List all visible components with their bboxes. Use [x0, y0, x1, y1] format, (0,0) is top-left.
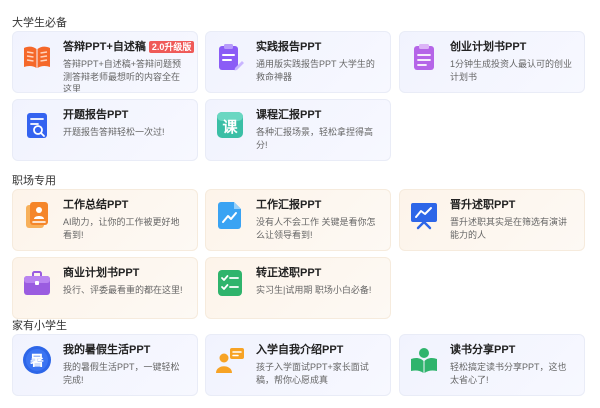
- card-title: 工作汇报PPT: [256, 199, 322, 211]
- card-summer-life[interactable]: 暑 我的暑假生活PPT 我的暑假生活PPT，一键轻松完成!: [12, 334, 198, 396]
- card-regularization[interactable]: 转正述职PPT 实习生|试用期 职场小白必备!: [205, 257, 391, 319]
- card-title: 入学自我介绍PPT: [256, 344, 344, 356]
- card-description: 我的暑假生活PPT，一键轻松完成!: [63, 362, 180, 385]
- clipboard-pen-icon: [214, 41, 246, 73]
- card-description: 投行、评委最看重的都在这里!: [63, 285, 183, 295]
- card-description: 实习生|试用期 职场小白必备!: [256, 285, 372, 295]
- card-course-report[interactable]: 课 课程汇报PPT 各种汇报场景，轻松拿捏得高分!: [205, 99, 391, 161]
- upgrade-badge: 2.0升级版: [148, 41, 195, 53]
- card-description: 开题报告答辩轻松一次过!: [63, 127, 165, 137]
- section-title-work: 职场专用: [12, 175, 56, 187]
- card-description: AI助力，让你的工作被更好地看到!: [63, 217, 180, 240]
- document-search-icon: [21, 109, 53, 141]
- card-description: 没有人不会工作 关键是看你怎么让领导看到!: [256, 217, 376, 240]
- open-book-icon: [21, 41, 53, 73]
- course-icon: 课: [214, 109, 246, 141]
- card-book-sharing[interactable]: 读书分享PPT 轻松搞定读书分享PPT，这也太省心了!: [399, 334, 585, 396]
- card-title: 开题报告PPT: [63, 109, 129, 121]
- card-business-plan[interactable]: 商业计划书PPT 投行、评委最看重的都在这里!: [12, 257, 198, 319]
- card-description: 1分钟生成投资人最认可的创业计划书: [450, 59, 573, 82]
- card-opening-report[interactable]: 开题报告PPT 开题报告答辩轻松一次过!: [12, 99, 198, 161]
- card-title: 课程汇报PPT: [256, 109, 322, 121]
- card-description: 孩子入学面试PPT+家长面试稿，帮你心愿成真: [256, 362, 369, 385]
- reading-icon: [408, 344, 440, 376]
- card-title: 商业计划书PPT: [63, 267, 140, 279]
- card-self-intro[interactable]: 入学自我介绍PPT 孩子入学面试PPT+家长面试稿，帮你心愿成真: [205, 334, 391, 396]
- card-promotion[interactable]: 晋升述职PPT 晋升述职其实是在筛选有演讲能力的人: [399, 189, 585, 251]
- card-defense[interactable]: 答辩PPT+自述稿 2.0升级版 答辩PPT+自述稿+答辩问题预测答辩老师最想听…: [12, 31, 198, 93]
- svg-text:暑: 暑: [30, 354, 44, 370]
- card-description: 晋升述职其实是在筛选有演讲能力的人: [450, 217, 568, 240]
- presentation-board-icon: [408, 199, 440, 231]
- section-title-kids: 家有小学生: [12, 320, 67, 332]
- card-title-text: 答辩PPT+自述稿: [63, 41, 146, 53]
- card-title: 晋升述职PPT: [450, 199, 516, 211]
- card-title: 答辩PPT+自述稿 2.0升级版: [63, 40, 195, 54]
- svg-text:课: 课: [222, 118, 238, 136]
- card-title: 创业计划书PPT: [450, 41, 527, 53]
- section-title-student: 大学生必备: [12, 17, 67, 29]
- card-description: 轻松搞定读书分享PPT，这也太省心了!: [450, 362, 567, 385]
- person-card-icon: [214, 344, 246, 376]
- briefcase-icon: [21, 267, 53, 299]
- ppt-template-page: 大学生必备 答辩PPT+自述稿 2.0升级版 答辩PPT+自述稿+答辩问题预测答…: [0, 0, 600, 408]
- card-business-startup[interactable]: 创业计划书PPT 1分钟生成投资人最认可的创业计划书: [399, 31, 585, 93]
- card-work-summary[interactable]: 工作总结PPT AI助力，让你的工作被更好地看到!: [12, 189, 198, 251]
- checklist-icon: [214, 267, 246, 299]
- card-title: 转正述职PPT: [256, 267, 322, 279]
- clipboard-list-icon: [408, 41, 440, 73]
- report-person-icon: [21, 199, 53, 231]
- card-description: 通用版实践报告PPT 大学生的救命神器: [256, 59, 375, 82]
- card-title: 我的暑假生活PPT: [63, 344, 151, 356]
- card-title: 实践报告PPT: [256, 41, 322, 53]
- document-chart-icon: [214, 199, 246, 231]
- card-work-report[interactable]: 工作汇报PPT 没有人不会工作 关键是看你怎么让领导看到!: [205, 189, 391, 251]
- card-title: 工作总结PPT: [63, 199, 129, 211]
- card-description: 答辩PPT+自述稿+答辩问题预测答辩老师最想听的内容全在这里: [63, 59, 182, 93]
- summer-icon: 暑: [21, 344, 53, 376]
- card-practice-report[interactable]: 实践报告PPT 通用版实践报告PPT 大学生的救命神器: [205, 31, 391, 93]
- card-description: 各种汇报场景，轻松拿捏得高分!: [256, 127, 374, 150]
- card-title: 读书分享PPT: [450, 344, 516, 356]
